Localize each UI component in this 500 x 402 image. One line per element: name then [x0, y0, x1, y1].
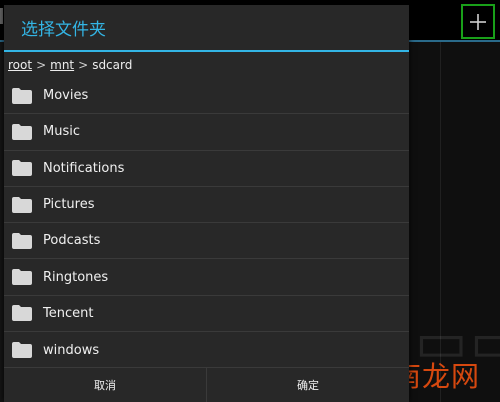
plus-icon — [470, 13, 486, 30]
folder-label: Ringtones — [43, 269, 109, 285]
folder-label: Tencent — [43, 305, 94, 321]
breadcrumb-current: sdcard — [92, 58, 133, 72]
folder-label: windows — [43, 342, 100, 358]
folder-row-pictures[interactable]: Pictures — [4, 187, 409, 224]
folder-label: Pictures — [43, 197, 95, 213]
folder-label: Music — [43, 124, 80, 140]
folder-row-movies[interactable]: Movies — [4, 78, 409, 115]
breadcrumb-separator: > — [36, 58, 47, 72]
folder-icon — [12, 269, 32, 286]
folder-icon — [12, 196, 32, 213]
dialog-title: 选择文件夹 — [4, 5, 409, 52]
dialog-button-bar: 取消 确定 — [4, 367, 409, 402]
folder-icon — [12, 305, 32, 322]
folder-row-music[interactable]: Music — [4, 114, 409, 151]
choose-folder-dialog: 选择文件夹 root > mnt > sdcard Movies Music N… — [4, 5, 409, 402]
breadcrumb: root > mnt > sdcard — [4, 52, 409, 78]
cancel-button[interactable]: 取消 — [4, 368, 206, 402]
folder-row-notifications[interactable]: Notifications — [4, 151, 409, 187]
breadcrumb-mnt[interactable]: mnt — [50, 58, 74, 72]
folder-label: Movies — [43, 88, 89, 104]
folder-row-ringtones[interactable]: Ringtones — [4, 259, 409, 296]
folder-label: Podcasts — [43, 233, 101, 249]
folder-icon — [12, 87, 32, 104]
folder-icon — [12, 160, 32, 177]
breadcrumb-root[interactable]: root — [8, 58, 32, 72]
background-edge-mark — [0, 8, 3, 24]
ok-button[interactable]: 确定 — [206, 368, 409, 402]
folder-icon — [12, 232, 32, 249]
folder-row-podcasts[interactable]: Podcasts — [4, 223, 409, 260]
folder-row-tencent[interactable]: Tencent — [4, 296, 409, 333]
folder-label: Notifications — [43, 160, 125, 176]
add-button[interactable] — [461, 4, 495, 39]
breadcrumb-separator: > — [78, 58, 89, 72]
folder-icon — [12, 123, 32, 140]
folder-row-windows[interactable]: windows — [4, 332, 409, 368]
folder-icon — [12, 342, 32, 359]
folder-list: Movies Music Notifications Pictures Podc… — [4, 78, 409, 368]
